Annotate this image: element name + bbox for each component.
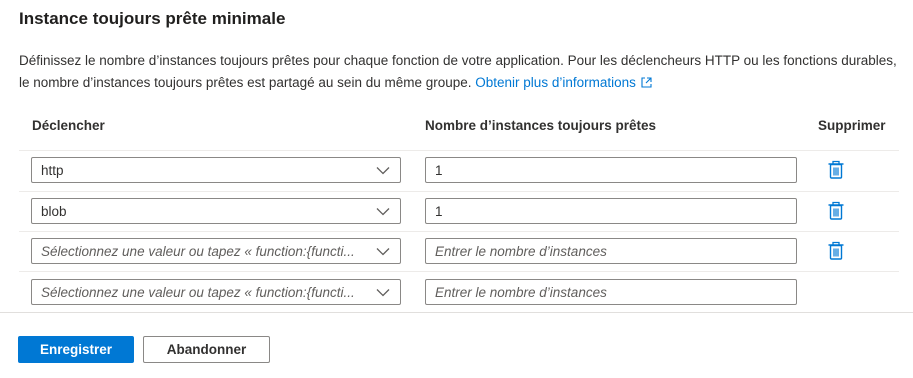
- column-header-delete: Supprimer: [818, 118, 886, 133]
- instance-count-field[interactable]: 1: [425, 198, 797, 224]
- learn-more-link[interactable]: Obtenir plus d’informations: [475, 75, 652, 90]
- trigger-dropdown[interactable]: Sélectionnez une valeur ou tapez « funct…: [31, 279, 401, 305]
- table-row: blob 1: [0, 192, 913, 232]
- trigger-value: blob: [41, 204, 67, 219]
- learn-more-link-label: Obtenir plus d’informations: [475, 75, 636, 90]
- trigger-placeholder: Sélectionnez une valeur ou tapez « funct…: [41, 285, 355, 300]
- instance-count-field[interactable]: Entrer le nombre d’instances: [425, 238, 797, 264]
- instance-count-value: 1: [435, 163, 443, 178]
- delete-icon[interactable]: [827, 241, 845, 260]
- external-link-icon: [641, 77, 652, 88]
- chevron-down-icon: [376, 289, 390, 297]
- discard-button[interactable]: Abandonner: [143, 336, 270, 363]
- chevron-down-icon: [376, 248, 390, 256]
- column-header-count: Nombre d’instances toujours prêtes: [425, 118, 657, 133]
- table-row: Sélectionnez une valeur ou tapez « funct…: [0, 232, 913, 272]
- trigger-dropdown[interactable]: Sélectionnez une valeur ou tapez « funct…: [31, 238, 401, 264]
- instance-count-placeholder: Entrer le nombre d’instances: [435, 244, 607, 259]
- trigger-dropdown[interactable]: blob: [31, 198, 401, 224]
- page-title: Instance toujours prête minimale: [19, 9, 286, 28]
- trigger-dropdown[interactable]: http: [31, 157, 401, 183]
- trigger-value: http: [41, 163, 64, 178]
- description: Définissez le nombre d’instances toujour…: [19, 50, 899, 94]
- table-row: http 1: [0, 151, 913, 191]
- save-button[interactable]: Enregistrer: [18, 336, 134, 363]
- footer-divider: [0, 312, 913, 313]
- delete-icon[interactable]: [827, 201, 845, 220]
- description-text: Définissez le nombre d’instances toujour…: [19, 53, 897, 90]
- instance-count-field[interactable]: 1: [425, 157, 797, 183]
- chevron-down-icon: [376, 167, 390, 175]
- row-divider: [19, 271, 899, 272]
- instance-count-value: 1: [435, 204, 443, 219]
- delete-icon[interactable]: [827, 160, 845, 179]
- column-header-trigger: Déclencher: [32, 118, 105, 133]
- trigger-placeholder: Sélectionnez une valeur ou tapez « funct…: [41, 244, 355, 259]
- instance-count-field[interactable]: Entrer le nombre d’instances: [425, 279, 797, 305]
- chevron-down-icon: [376, 208, 390, 216]
- table-row: Sélectionnez une valeur ou tapez « funct…: [0, 273, 913, 313]
- instance-count-placeholder: Entrer le nombre d’instances: [435, 285, 607, 300]
